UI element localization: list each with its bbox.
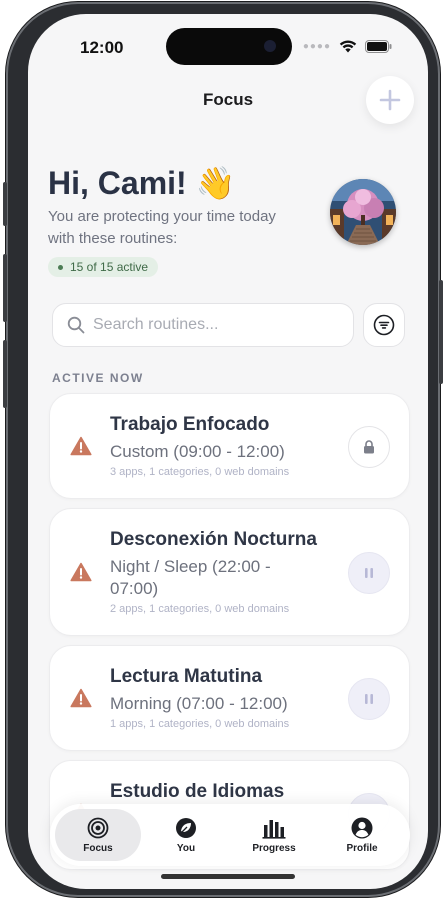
greeting-title: Hi, Cami! 👋 — [48, 165, 236, 201]
action-button — [3, 182, 7, 226]
section-heading-active-now: ACTIVE NOW — [52, 371, 144, 385]
routine-title: Desconexión Nocturna — [110, 529, 317, 550]
pause-icon — [365, 568, 373, 578]
warning-icon — [70, 688, 92, 708]
status-icons: ●●●● — [303, 40, 392, 53]
tab-label: Progress — [252, 842, 296, 854]
routine-card[interactable]: Trabajo Enfocado Custom (09:00 - 12:00) … — [49, 393, 410, 499]
bar-chart-icon — [262, 819, 286, 839]
tab-label: You — [176, 842, 196, 854]
routine-title: Estudio de Idiomas — [110, 781, 285, 802]
status-time: 12:00 — [80, 38, 124, 57]
tab-bar: Focus You Progress Profile — [50, 804, 410, 866]
avatar[interactable] — [330, 179, 396, 245]
filter-icon — [373, 314, 395, 336]
search-icon — [67, 316, 85, 334]
avatar-illustration — [330, 179, 396, 245]
person-icon — [351, 817, 373, 838]
status-dot-icon — [58, 264, 63, 270]
routine-meta: 2 apps, 1 categories, 0 web domains — [110, 603, 290, 615]
filter-button[interactable] — [363, 303, 405, 347]
pause-button[interactable] — [348, 678, 390, 720]
routine-card[interactable]: Lectura Matutina Morning (07:00 - 12:00)… — [49, 645, 410, 751]
target-icon — [87, 817, 109, 838]
pause-icon — [365, 694, 373, 704]
tab-you[interactable]: You — [143, 809, 229, 861]
routine-title: Lectura Matutina — [110, 666, 263, 687]
routine-schedule: Custom (09:00 - 12:00) — [110, 442, 285, 461]
routine-meta: 1 apps, 1 categories, 0 web domains — [110, 718, 290, 730]
routine-card[interactable]: Desconexión Nocturna Night / Sleep (22:0… — [49, 508, 410, 636]
volume-down-button — [3, 340, 7, 408]
power-button — [439, 280, 443, 384]
volume-up-button — [3, 254, 7, 322]
warning-icon — [70, 562, 92, 582]
warning-icon — [70, 436, 92, 456]
tab-focus[interactable]: Focus — [55, 809, 141, 861]
tab-label: Profile — [346, 842, 378, 854]
routine-title: Trabajo Enfocado — [110, 414, 270, 435]
plus-icon — [379, 89, 401, 111]
lock-button[interactable] — [348, 426, 390, 468]
pause-button[interactable] — [348, 552, 390, 594]
lock-icon — [364, 440, 374, 454]
dynamic-island — [166, 28, 292, 65]
app-screen: 12:00 ●●●● Focus Hi, Cami! 👋 You are pro… — [28, 14, 428, 889]
tab-progress[interactable]: Progress — [231, 809, 317, 861]
signal-icon: ●●●● — [302, 41, 331, 52]
routine-schedule: Morning (07:00 - 12:00) — [110, 694, 288, 713]
phone-frame: 12:00 ●●●● Focus Hi, Cami! 👋 You are pro… — [3, 2, 443, 897]
active-count-badge: 15 of 15 active — [48, 257, 159, 277]
search-input[interactable] — [93, 316, 313, 334]
battery-icon — [365, 40, 392, 53]
active-count-label: 15 of 15 active — [70, 260, 149, 274]
wifi-icon — [339, 40, 357, 53]
leaf-icon — [176, 817, 196, 838]
add-routine-button[interactable] — [366, 76, 414, 124]
routine-schedule: Night / Sleep (22:00 - 07:00) — [110, 557, 271, 598]
search-bar[interactable] — [52, 303, 354, 347]
tab-profile[interactable]: Profile — [319, 809, 405, 861]
routine-meta: 3 apps, 1 categories, 0 web domains — [110, 466, 290, 478]
home-indicator — [161, 874, 295, 879]
tab-label: Focus — [83, 842, 113, 854]
greeting-subtitle: You are protecting your time today with … — [48, 208, 276, 247]
